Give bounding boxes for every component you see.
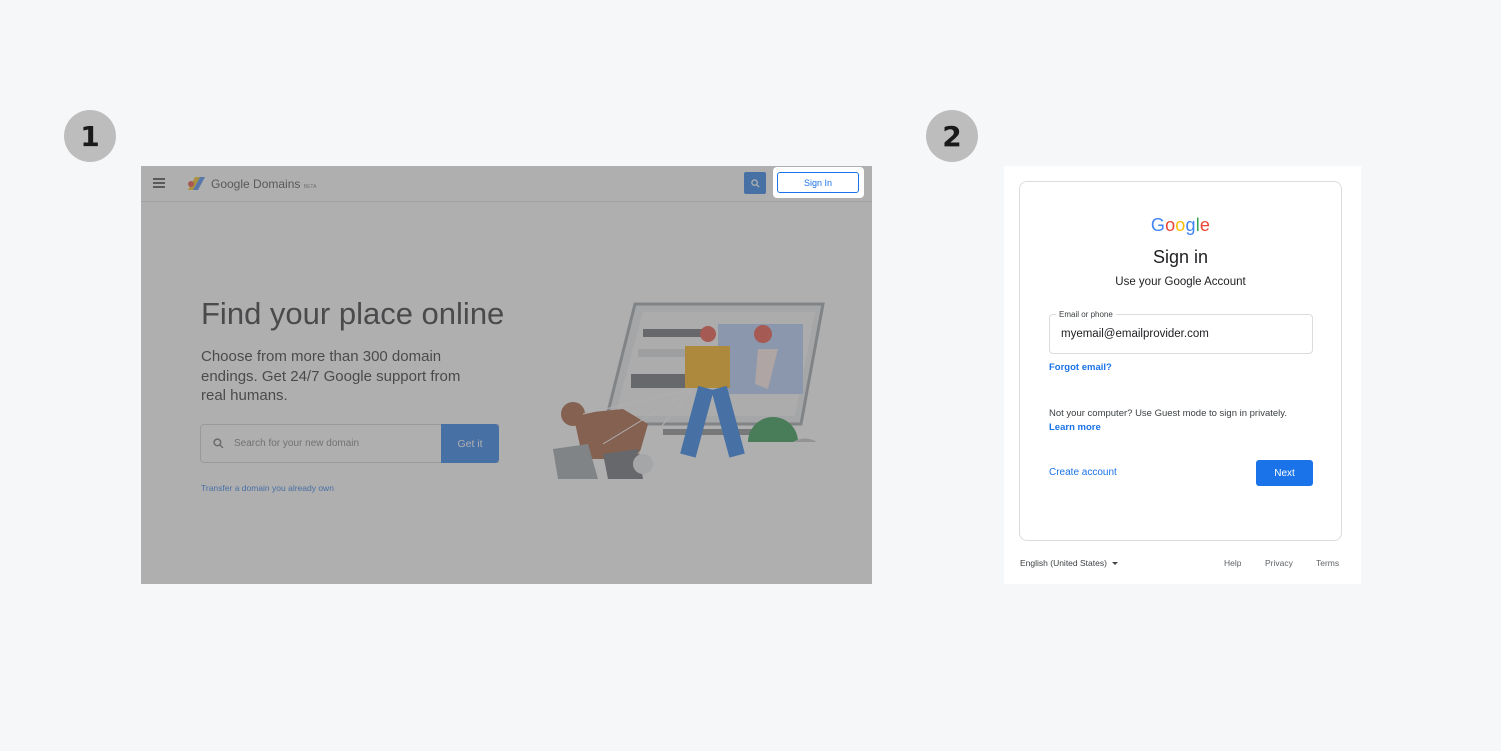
search-icon [750,178,760,188]
terms-link[interactable]: Terms [1316,558,1339,568]
privacy-link[interactable]: Privacy [1265,558,1293,568]
create-account-button[interactable]: Create account [1049,467,1117,478]
brand-name: Google Domains [211,177,301,191]
search-icon [213,438,224,449]
get-it-button[interactable]: Get it [441,424,499,463]
email-field-label: Email or phone [1056,310,1116,319]
hero-title: Find your place online [201,296,505,331]
search-placeholder: Search for your new domain [234,438,360,449]
brand-suffix: BETA [303,184,317,190]
sign-in-subtitle: Use your Google Account [1115,276,1246,288]
logo-letter: o [1175,215,1186,235]
logo-letter: G [1150,215,1166,235]
forgot-email-link[interactable]: Forgot email? [1049,362,1112,373]
google-domains-screenshot: Google Domains BETA Find your place onli… [141,166,872,584]
menu-icon[interactable] [153,178,165,188]
hero-subtitle: Choose from more than 300 domain endings… [201,348,461,404]
google-sign-in-screenshot: Google Sign in Use your Google Account E… [1004,166,1361,584]
sign-in-title: Sign in [1152,247,1209,267]
next-button[interactable]: Next [1256,460,1313,486]
email-field[interactable]: Email or phone myemail@emailprovider.com [1049,310,1313,354]
help-link[interactable]: Help [1224,558,1241,568]
language-label: English (United States) [1020,558,1107,568]
sign-in-card: Google Sign in Use your Google Account E… [1019,181,1342,541]
google-domains-logo-icon [188,177,205,190]
dog-walker-illustration [553,302,825,479]
step-number-1: 1 [64,110,116,162]
guest-mode-notice: Not your computer? Use Guest mode to sig… [1049,408,1287,419]
language-selector[interactable]: English (United States) [1020,558,1118,568]
domains-brand[interactable]: Google Domains BETA [211,177,316,191]
header-search-button[interactable] [744,172,766,194]
logo-letter: g [1185,215,1196,235]
caret-down-icon [1111,562,1118,566]
sign-in-button[interactable]: Sign In [777,172,859,193]
domains-header: Google Domains BETA [141,166,872,202]
google-logo: Google [1020,215,1341,236]
learn-more-link[interactable]: Learn more [1049,422,1101,433]
email-field-value: myemail@emailprovider.com [1061,328,1209,340]
step-number-2: 2 [926,110,978,162]
transfer-domain-link[interactable]: Transfer a domain you already own [201,483,334,493]
logo-letter: e [1199,215,1211,235]
logo-letter: o [1165,215,1176,235]
